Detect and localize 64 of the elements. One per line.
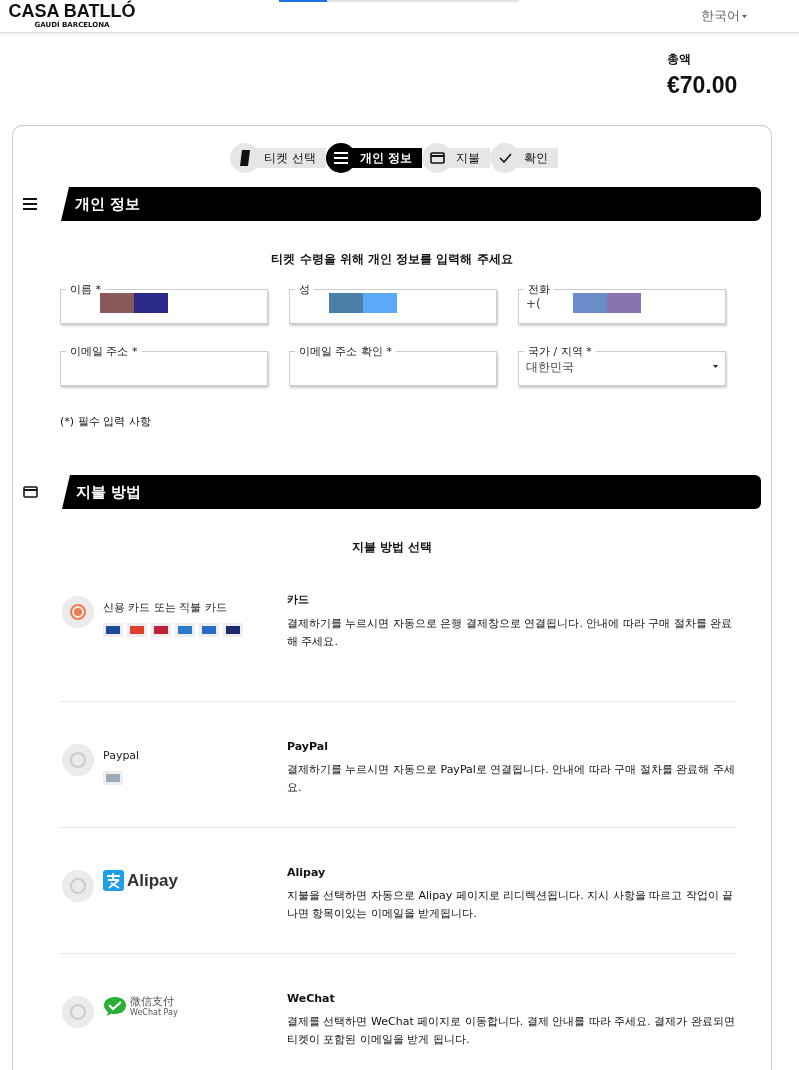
method-title: Alipay	[287, 866, 327, 879]
language-selector[interactable]: 한국어	[695, 6, 753, 26]
step-tab[interactable]: 지불	[422, 143, 490, 173]
total-label: 총액	[667, 51, 691, 68]
section-intro: 티켓 수령을 위해 개인 정보를 입력해 주세요	[270, 251, 514, 268]
total-amount: €70.00	[667, 72, 738, 99]
radio-button[interactable]	[62, 870, 94, 902]
card-brand-icon	[151, 623, 171, 637]
input-field[interactable]: 성	[289, 282, 497, 324]
menu-icon	[23, 198, 37, 210]
caret-icon	[713, 365, 718, 368]
radio-button[interactable]	[62, 596, 94, 628]
step-tab[interactable]: 확인	[490, 143, 558, 173]
section-header: 개인 정보	[61, 187, 761, 221]
method-title: WeChat	[287, 992, 336, 1005]
check-icon	[498, 153, 512, 163]
card-brand-icon	[223, 623, 243, 637]
field-label: 이메일 주소 *	[69, 344, 139, 359]
card-brand-icon	[103, 623, 123, 637]
input-field[interactable]: 이메일 주소 *	[60, 344, 268, 386]
country-select[interactable]: 국가 / 지역 * 대한민국	[518, 344, 726, 386]
caret-icon	[742, 14, 747, 18]
card-icon	[23, 486, 38, 498]
card-icon	[429, 152, 445, 164]
field-label: 전화	[527, 282, 551, 297]
field-value: 대한민국	[526, 359, 574, 376]
wechat-logo-subtext: WeChat Pay	[130, 1008, 178, 1017]
logo[interactable]: CASA BATLLÓ	[8, 2, 136, 21]
alipay-logo-icon	[103, 870, 124, 891]
method-description: 결제하기를 누르시면 자동으로 PayPal로 연결됩니다. 안내에 따라 구매 절차를 완료해 주세요.	[287, 762, 736, 796]
method-description: 결제하기를 누르시면 자동으로 은행 결제창으로 연결됩니다. 안내에 따라 구매 절차를 완료해 주세요.	[287, 616, 734, 650]
input-field[interactable]: 이름 *	[60, 282, 268, 324]
input-field[interactable]: 이메일 주소 확인 *	[289, 344, 497, 386]
card-brand-icon	[127, 623, 147, 637]
method-label: 신용 카드 또는 직불 카드	[103, 601, 227, 614]
method-title: 카드	[287, 592, 310, 607]
wechat-logo-icon	[103, 996, 127, 1017]
method-label: Paypal	[103, 749, 140, 762]
paypal-logo-icon	[103, 771, 123, 785]
method-description: 결제를 선택하면 WeChat 페이지로 이동합니다. 결제 안내를 따라 주세요. 결제가 완료되면 티켓이 포함된 이메일을 받게 됩니다.	[287, 1014, 736, 1048]
method-title: PayPal	[287, 740, 329, 753]
wechat-logo-text: 微信支付	[130, 996, 175, 1008]
redaction-block	[572, 293, 641, 313]
required-note: (*) 필수 입력 사항	[60, 414, 152, 429]
step-tab[interactable]: 티켓 선택	[230, 143, 326, 173]
section-intro: 지불 방법 선택	[350, 539, 434, 556]
alipay-logo-text: Alipay	[127, 870, 179, 891]
step-tab[interactable]: 개인 정보	[325, 143, 422, 173]
card-brand-icon	[199, 623, 219, 637]
input-field[interactable]: 전화 +(	[518, 282, 726, 324]
radio-button[interactable]	[62, 744, 94, 776]
field-label: 이름 *	[69, 282, 102, 297]
card-brand-icon	[175, 623, 195, 637]
section-header: 지불 방법	[62, 475, 761, 509]
field-label: 국가 / 지역 *	[527, 344, 593, 359]
field-label: 이메일 주소 확인 *	[298, 344, 393, 359]
ticket-icon	[239, 150, 251, 166]
field-label: 성	[298, 282, 311, 297]
field-value: +(	[526, 297, 541, 311]
method-description: 지불을 선택하면 자동으로 Alipay 페이지로 리디렉션됩니다. 지시 사항을 따르고 작업이 끝나면 항목이있는 이메일을 받게됩니다.	[287, 888, 735, 922]
redaction-block	[329, 293, 397, 313]
radio-button[interactable]	[62, 996, 94, 1028]
menu-icon	[333, 152, 348, 164]
redaction-block	[100, 293, 168, 313]
